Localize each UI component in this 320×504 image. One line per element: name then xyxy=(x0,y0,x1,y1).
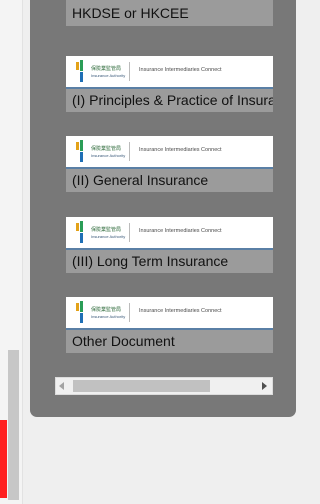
insurance-authority-logo-icon xyxy=(76,60,83,82)
logo-org-cn: 保險業監管局 xyxy=(91,307,122,313)
insurance-authority-logo-icon xyxy=(76,221,83,243)
document-thumbnail: 保險業監管局 Insurance Authority Insurance Int… xyxy=(66,56,273,89)
scroll-right-arrow-icon[interactable] xyxy=(262,382,267,390)
logo-org-en: Insurance Authority xyxy=(91,153,126,158)
logo-org-en: Insurance Authority xyxy=(91,73,126,78)
insurance-authority-logo-icon xyxy=(76,301,83,323)
logo-org-en: Insurance Authority xyxy=(91,314,126,319)
document-thumbnail: 保險業監管局 Insurance Authority Insurance Int… xyxy=(66,217,273,250)
document-item-hkdse[interactable]: HKDSE or HKCEE xyxy=(66,0,273,26)
scroll-left-arrow-icon[interactable] xyxy=(59,382,64,390)
vertical-scrollbar-thumb[interactable] xyxy=(8,350,19,500)
horizontal-scrollbar[interactable] xyxy=(55,377,273,395)
logo-divider xyxy=(129,62,130,81)
document-label: Other Document xyxy=(66,330,273,353)
document-label: HKDSE or HKCEE xyxy=(66,0,273,26)
document-item-general[interactable]: 保險業監管局 Insurance Authority Insurance Int… xyxy=(66,136,273,192)
horizontal-scrollbar-thumb[interactable] xyxy=(73,380,210,392)
logo-caption: Insurance Intermediaries Connect xyxy=(139,228,222,234)
insurance-authority-logo-icon xyxy=(76,140,83,162)
logo-org-cn: 保險業監管局 xyxy=(91,146,122,152)
document-label: (II) General Insurance xyxy=(66,169,273,192)
document-label: (I) Principles & Practice of Insurance xyxy=(66,89,273,112)
logo-divider xyxy=(129,303,130,322)
document-item-long-term[interactable]: 保險業監管局 Insurance Authority Insurance Int… xyxy=(66,217,273,273)
red-status-marker xyxy=(0,420,7,498)
logo-org-cn: 保險業監管局 xyxy=(91,227,122,233)
document-item-other[interactable]: 保險業監管局 Insurance Authority Insurance Int… xyxy=(66,297,273,353)
logo-caption: Insurance Intermediaries Connect xyxy=(139,147,222,153)
logo-divider xyxy=(129,142,130,161)
logo-caption: Insurance Intermediaries Connect xyxy=(139,67,222,73)
document-thumbnail: 保險業監管局 Insurance Authority Insurance Int… xyxy=(66,136,273,169)
document-thumbnail: 保險業監管局 Insurance Authority Insurance Int… xyxy=(66,297,273,330)
document-label: (III) Long Term Insurance xyxy=(66,250,273,273)
logo-org-en: Insurance Authority xyxy=(91,234,126,239)
logo-caption: Insurance Intermediaries Connect xyxy=(139,308,222,314)
logo-divider xyxy=(129,223,130,242)
logo-org-cn: 保險業監管局 xyxy=(91,66,122,72)
document-item-principles[interactable]: 保險業監管局 Insurance Authority Insurance Int… xyxy=(66,56,273,112)
